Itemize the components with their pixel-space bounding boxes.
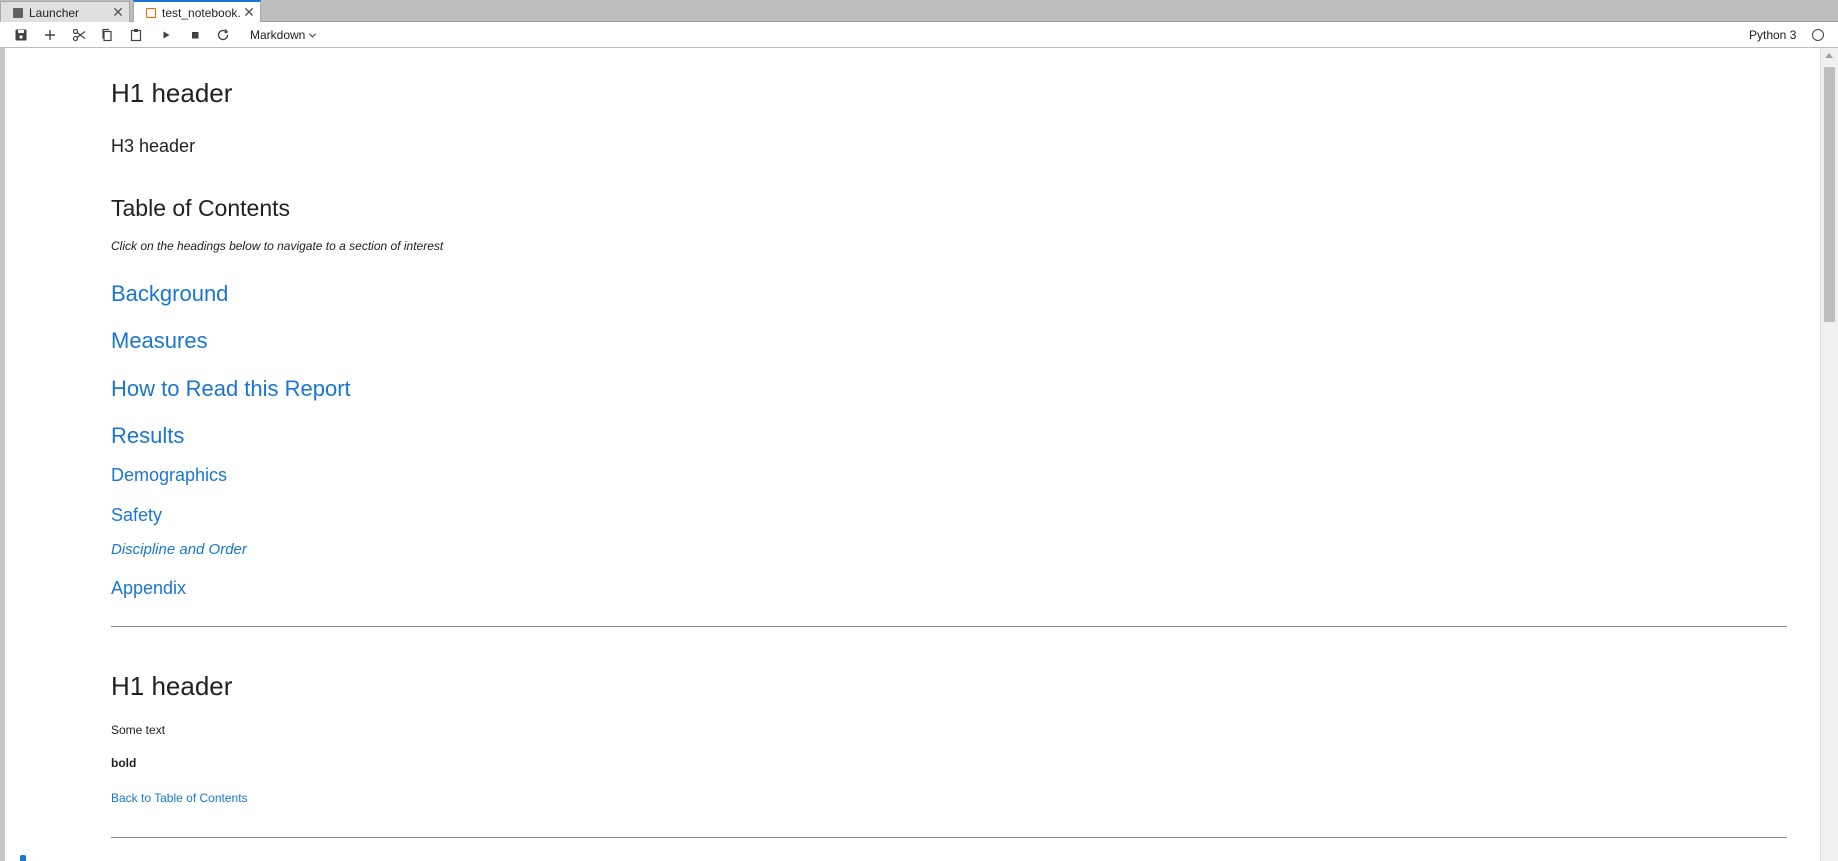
toc-link-measures[interactable]: Measures — [111, 328, 208, 354]
close-icon[interactable]: ✕ — [109, 4, 127, 22]
kernel-name[interactable]: Python 3 — [1749, 28, 1796, 42]
heading-h1: H1 header — [111, 78, 233, 108]
toc-link-results[interactable]: Results — [111, 423, 184, 449]
scroll-up-arrow-icon[interactable] — [1825, 53, 1833, 58]
tab-launcher[interactable]: Launcher ✕ — [0, 1, 130, 23]
cell-type-select[interactable]: Markdown — [250, 28, 317, 42]
run-icon — [163, 31, 170, 39]
toc-link-discipline[interactable]: Discipline and Order — [111, 541, 247, 558]
copy-button[interactable] — [96, 26, 118, 44]
scrollbar-thumb[interactable] — [1824, 67, 1835, 322]
paste-icon — [130, 29, 142, 42]
run-button[interactable] — [155, 26, 177, 44]
restart-button[interactable] — [212, 26, 234, 44]
stop-button[interactable] — [184, 26, 206, 44]
copy-icon — [102, 28, 112, 42]
horizontal-rule — [111, 626, 1787, 627]
cell-type-label: Markdown — [250, 28, 306, 42]
launcher-icon — [13, 7, 23, 18]
toc-note: Click on the headings below to navigate … — [111, 239, 444, 253]
notebook-panel: H1 header H3 header Table of Contents Cl… — [0, 48, 1838, 861]
restart-icon — [217, 29, 229, 41]
toc-link-safety[interactable]: Safety — [111, 505, 162, 526]
section-heading-h1: H1 header — [111, 671, 233, 701]
paste-button[interactable] — [125, 26, 147, 44]
paragraph-text: Some text — [111, 723, 166, 737]
left-sidebar-edge — [0, 48, 5, 861]
vertical-scrollbar[interactable] — [1820, 48, 1838, 861]
heading-h3: H3 header — [111, 136, 196, 156]
tab-label: test_notebook.i — [162, 5, 240, 20]
chevron-down-icon — [309, 32, 317, 38]
tab-bar: Launcher ✕ test_notebook.i ✕ — [0, 0, 1838, 23]
stop-icon — [192, 32, 199, 39]
save-button[interactable] — [10, 26, 32, 44]
toc-title: Table of Contents — [111, 195, 291, 221]
toc-link-demographics[interactable]: Demographics — [111, 465, 227, 486]
notebook-toolbar: Markdown Python 3 — [0, 22, 1838, 48]
tab-label: Launcher — [29, 5, 80, 20]
tab-test-notebook[interactable]: test_notebook.i ✕ — [133, 0, 261, 23]
horizontal-rule — [111, 837, 1787, 838]
cut-button[interactable] — [68, 26, 90, 44]
kernel-idle-circle-icon — [1812, 29, 1824, 41]
active-cell-indicator — [20, 855, 26, 861]
toc-link-how-to-read[interactable]: How to Read this Report — [111, 376, 351, 402]
add-cell-icon — [45, 30, 55, 40]
save-icon — [15, 29, 27, 41]
toc-link-appendix[interactable]: Appendix — [111, 578, 186, 599]
back-to-toc-link[interactable]: Back to Table of Contents — [111, 791, 248, 805]
toc-link-background[interactable]: Background — [111, 281, 228, 307]
close-icon[interactable]: ✕ — [240, 4, 258, 22]
add-cell-button[interactable] — [39, 26, 61, 44]
notebook-icon — [146, 7, 156, 18]
cut-icon — [72, 28, 86, 42]
paragraph-bold: bold — [111, 756, 137, 770]
